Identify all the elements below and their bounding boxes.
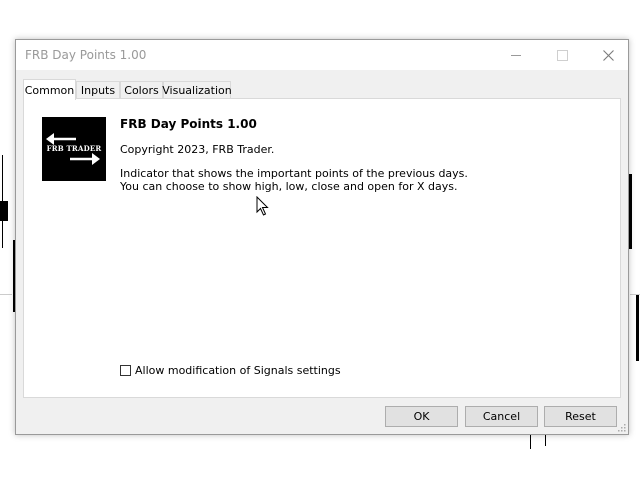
description-line: Indicator that shows the important point…	[120, 167, 468, 180]
tab-inputs[interactable]: Inputs	[76, 81, 120, 98]
logo-text: FRB TRADER	[46, 144, 102, 153]
tab-visualization[interactable]: Visualization	[162, 81, 232, 98]
maximize-button[interactable]	[539, 40, 585, 70]
tab-colors[interactable]: Colors	[120, 81, 163, 98]
candle-body	[636, 294, 639, 361]
close-icon	[602, 49, 614, 61]
reset-button[interactable]: Reset	[544, 406, 617, 427]
chart-gridline	[630, 294, 640, 295]
window-title: FRB Day Points 1.00	[25, 48, 147, 62]
indicator-logo: FRB TRADER	[42, 117, 106, 181]
close-button[interactable]	[585, 40, 631, 70]
mouse-pointer-icon	[256, 196, 269, 216]
minimize-icon	[511, 54, 521, 56]
allow-signals-checkbox[interactable]	[120, 365, 131, 376]
maximize-icon	[556, 49, 568, 61]
indicator-description: Indicator that shows the important point…	[120, 167, 468, 193]
tab-common[interactable]: Common	[23, 79, 76, 100]
allow-signals-option[interactable]: Allow modification of Signals settings	[120, 364, 341, 377]
candle-wick	[530, 435, 531, 449]
indicator-properties-dialog: FRB Day Points 1.00 Common Inputs Colors…	[15, 39, 629, 435]
cancel-button[interactable]: Cancel	[465, 406, 538, 427]
minimize-button[interactable]	[493, 40, 539, 70]
indicator-copyright: Copyright 2023, FRB Trader.	[120, 143, 275, 156]
candle-body	[0, 201, 8, 221]
indicator-name: FRB Day Points 1.00	[120, 117, 257, 131]
candle-wick	[545, 435, 546, 446]
chart-gridline	[0, 294, 12, 295]
title-bar[interactable]: FRB Day Points 1.00	[16, 40, 628, 70]
resize-grip-icon[interactable]	[618, 424, 626, 432]
description-line: You can choose to show high, low, close …	[120, 180, 458, 193]
common-tab-panel: FRB TRADER FRB Day Points 1.00 Copyright…	[23, 98, 621, 398]
ok-button[interactable]: OK	[385, 406, 458, 427]
allow-signals-label: Allow modification of Signals settings	[135, 364, 341, 377]
